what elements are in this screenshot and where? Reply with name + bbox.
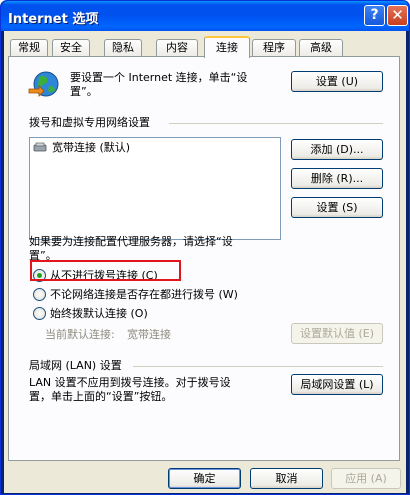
set-default-button[interactable]: 设置默认值 (E) xyxy=(291,323,383,344)
tab-general[interactable]: 常规 xyxy=(10,39,48,57)
ok-button[interactable]: 确定 xyxy=(168,468,241,489)
radio-always-dial-label: 始终拨默认连接 (O) xyxy=(50,307,148,320)
internet-options-window: Internet 选项 ? ✕ 常规 安全 隐私 内容 连接 程序 高级 要设置… xyxy=(0,0,410,495)
radio-dial-whenever[interactable]: 不论网络连接是否存在都进行拨号 (W) xyxy=(33,287,263,303)
setup-button[interactable]: 设置 (U) xyxy=(291,71,383,92)
dialup-settings-button[interactable]: 设置 (S) xyxy=(291,197,383,218)
tab-content[interactable]: 内容 xyxy=(156,39,198,57)
apply-button[interactable]: 应用 (A) xyxy=(331,468,401,489)
lan-divider xyxy=(133,366,383,367)
title-bar: Internet 选项 ? ✕ xyxy=(1,1,409,31)
connection-list[interactable]: 宽带连接 (默认) xyxy=(29,137,281,240)
lan-group-label: 局域网 (LAN) 设置 xyxy=(29,359,122,372)
help-button[interactable]: ? xyxy=(364,5,385,26)
connections-panel: 要设置一个 Internet 连接，单击“设 置”。 设置 (U) 拨号和虚拟专… xyxy=(8,56,400,461)
highlight-box xyxy=(30,260,181,281)
setup-text-line1: 要设置一个 Internet 连接，单击“设 xyxy=(70,71,248,84)
current-default-value: 宽带连接 xyxy=(127,328,171,341)
lan-settings-button[interactable]: 局域网设置 (L) xyxy=(291,374,383,395)
lan-text-line2: 置，单击上面的“设置”按钮。 xyxy=(29,390,173,403)
cancel-button[interactable]: 取消 xyxy=(250,468,323,489)
close-button[interactable]: ✕ xyxy=(387,5,408,26)
setup-text-line2: 置”。 xyxy=(70,85,98,98)
tab-privacy[interactable]: 隐私 xyxy=(104,39,142,57)
radio-always-dial[interactable]: 始终拨默认连接 (O) xyxy=(33,306,183,322)
radio-dial-whenever-label: 不论网络连接是否存在都进行拨号 (W) xyxy=(50,288,238,301)
current-default-label: 当前默认连接: xyxy=(45,328,115,341)
broadband-icon xyxy=(33,141,47,153)
list-item-label: 宽带连接 (默认) xyxy=(52,141,131,154)
remove-button[interactable]: 删除 (R)... xyxy=(291,168,383,189)
tab-programs[interactable]: 程序 xyxy=(252,39,296,57)
radio-dial-whenever-control[interactable] xyxy=(33,288,46,301)
dialog-client: 常规 安全 隐私 内容 连接 程序 高级 要设置一个 Internet 连接，单… xyxy=(4,31,406,493)
window-title: Internet 选项 xyxy=(8,12,99,27)
list-item[interactable]: 宽带连接 (默认) xyxy=(32,140,278,156)
dialup-group-label: 拨号和虚拟专用网络设置 xyxy=(29,116,150,129)
add-button[interactable]: 添加 (D)... xyxy=(291,139,383,160)
tab-connections[interactable]: 连接 xyxy=(204,36,250,58)
tab-security[interactable]: 安全 xyxy=(52,39,90,57)
tab-advanced[interactable]: 高级 xyxy=(299,39,343,57)
dialup-divider xyxy=(169,123,383,124)
radio-always-dial-control[interactable] xyxy=(33,307,46,320)
globe-icon xyxy=(27,69,61,101)
proxy-text-line1: 如果要为连接配置代理服务器，请选择“设 xyxy=(29,235,233,248)
lan-text-line1: LAN 设置不应用到拨号连接。对于拨号设 xyxy=(29,376,231,389)
